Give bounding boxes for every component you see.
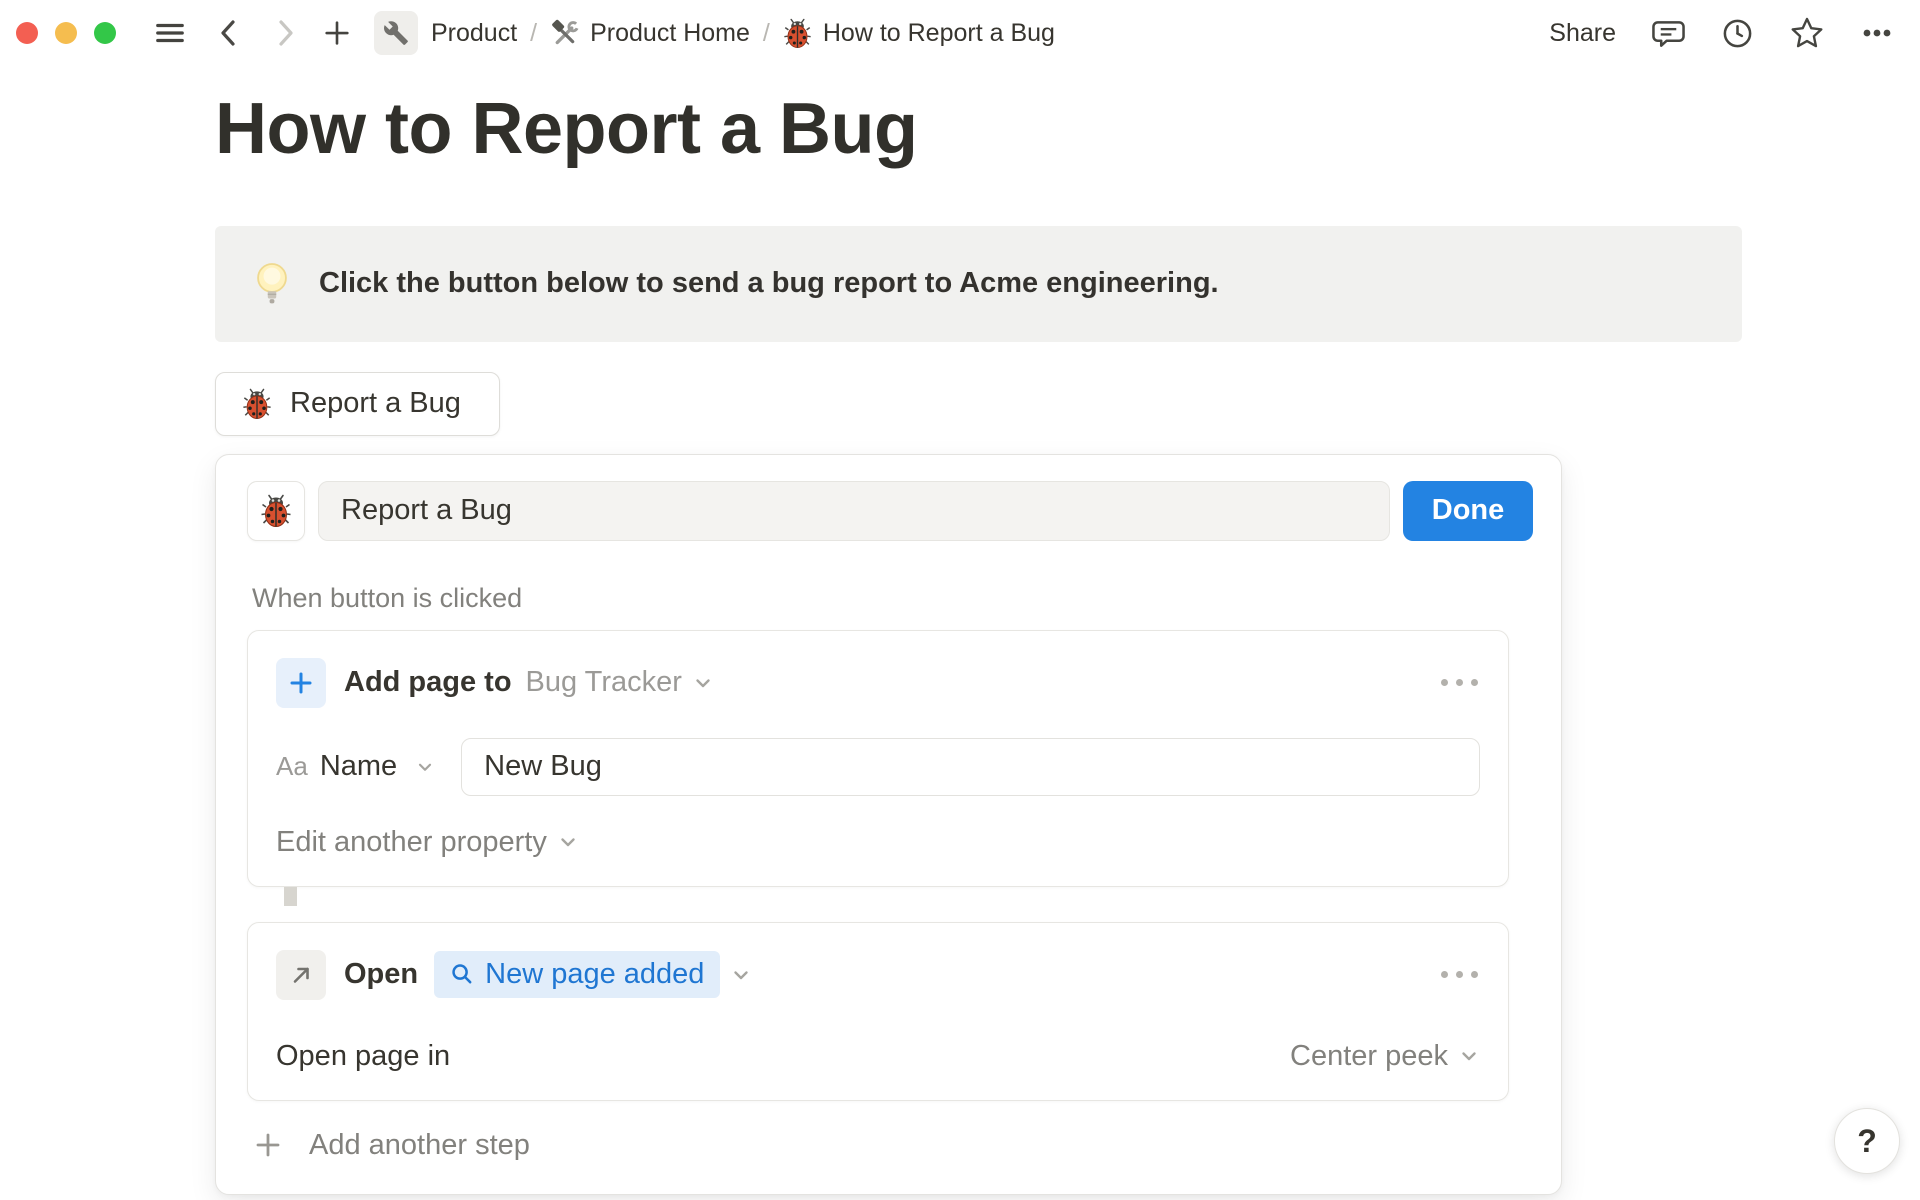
breadcrumb-separator: / bbox=[530, 18, 538, 47]
topbar-actions: Share bbox=[1549, 16, 1894, 50]
done-button[interactable]: Done bbox=[1403, 480, 1533, 541]
comments-icon[interactable] bbox=[1652, 17, 1685, 50]
breadcrumb-item-current-page[interactable]: How to Report a Bug bbox=[783, 18, 1055, 49]
traffic-lights bbox=[16, 22, 116, 44]
callout-text: Click the button below to send a bug rep… bbox=[319, 267, 1219, 300]
minimize-window-button[interactable] bbox=[55, 22, 77, 44]
open-mode-dropdown[interactable]: Center peek bbox=[1290, 1040, 1480, 1073]
breadcrumb-label: How to Report a Bug bbox=[822, 18, 1055, 47]
text-property-type-icon: Aa bbox=[276, 751, 308, 782]
breadcrumb-separator: / bbox=[762, 18, 770, 47]
report-a-bug-label: Report a Bug bbox=[290, 387, 461, 420]
plus-icon bbox=[256, 1133, 280, 1157]
trigger-label: When button is clicked bbox=[252, 582, 523, 613]
lightbulb-icon bbox=[255, 261, 289, 307]
button-icon-picker[interactable] bbox=[247, 480, 305, 541]
breadcrumb-label: Product Home bbox=[590, 18, 750, 47]
property-selector-dropdown[interactable]: Name bbox=[308, 750, 435, 783]
open-page-in-row: Open page in Center peek bbox=[276, 1040, 1480, 1073]
step-connector bbox=[284, 886, 297, 906]
arrow-up-right-icon bbox=[293, 967, 309, 983]
chevron-down-icon bbox=[415, 757, 435, 777]
ladybug-icon bbox=[260, 494, 292, 528]
sidebar-menu-icon[interactable] bbox=[154, 17, 186, 49]
step2-more-options-icon[interactable] bbox=[1439, 965, 1480, 984]
breadcrumb-label: Product bbox=[431, 18, 518, 47]
callout-block: Click the button below to send a bug rep… bbox=[215, 225, 1742, 342]
search-icon bbox=[452, 964, 472, 984]
step1-more-options-icon[interactable] bbox=[1439, 673, 1480, 692]
breadcrumb-item-product[interactable]: Product bbox=[431, 19, 517, 48]
hammer-wrench-icon bbox=[550, 19, 579, 48]
database-name: Bug Tracker bbox=[525, 666, 682, 699]
open-page-in-label: Open page in bbox=[276, 1039, 451, 1072]
forward-icon[interactable] bbox=[270, 17, 300, 49]
breadcrumb-product-icon-box[interactable] bbox=[374, 11, 418, 55]
property-value-input[interactable] bbox=[461, 737, 1480, 796]
chevron-down-icon bbox=[557, 831, 579, 853]
edit-another-property[interactable]: Edit another property bbox=[276, 826, 1480, 859]
report-a-bug-button[interactable]: Report a Bug bbox=[215, 371, 500, 436]
button-editor-panel: Done When button is clicked Add page to … bbox=[215, 453, 1562, 1195]
breadcrumb-item-product-home[interactable]: Product Home bbox=[550, 18, 750, 48]
step2-action-label: Open bbox=[344, 958, 419, 991]
add-another-step-button[interactable]: Add another step bbox=[253, 1129, 530, 1162]
add-another-step-label: Add another step bbox=[309, 1128, 530, 1161]
ladybug-icon bbox=[242, 388, 272, 420]
step2-header: Open New page added bbox=[276, 949, 1480, 1000]
property-name: Name bbox=[319, 750, 398, 783]
window-titlebar: Product / Product Home / How to Report a… bbox=[0, 0, 1920, 66]
wrench-icon bbox=[383, 20, 409, 46]
share-button[interactable]: Share bbox=[1549, 19, 1616, 48]
chevron-down-icon bbox=[730, 964, 752, 986]
step-card-open-page: Open New page added Open page in Center … bbox=[247, 921, 1509, 1101]
step1-header: Add page to Bug Tracker bbox=[276, 657, 1480, 708]
button-name-input[interactable] bbox=[318, 480, 1390, 541]
help-button[interactable]: ? bbox=[1834, 1108, 1900, 1174]
favorite-star-icon[interactable] bbox=[1790, 16, 1824, 50]
chevron-down-icon bbox=[692, 672, 714, 694]
step-card-add-page: Add page to Bug Tracker Aa Name New Bug … bbox=[247, 629, 1509, 887]
back-icon[interactable] bbox=[214, 17, 244, 49]
close-window-button[interactable] bbox=[16, 22, 38, 44]
add-page-icon-box bbox=[276, 657, 326, 708]
chevron-down-icon bbox=[1458, 1045, 1480, 1067]
new-page-icon[interactable] bbox=[322, 18, 352, 48]
breadcrumb: Product / Product Home / How to Report a… bbox=[374, 11, 1055, 55]
open-target-dropdown[interactable]: New page added bbox=[418, 951, 752, 999]
open-page-icon-box bbox=[276, 949, 326, 1000]
open-target-label: New page added bbox=[485, 958, 705, 991]
history-clock-icon[interactable] bbox=[1721, 17, 1754, 50]
database-selector-dropdown[interactable]: Bug Tracker bbox=[512, 666, 714, 699]
button-editor-header: Done bbox=[247, 480, 1533, 541]
plus-icon bbox=[290, 672, 312, 694]
open-mode-value: Center peek bbox=[1290, 1039, 1448, 1072]
new-page-added-pill[interactable]: New page added bbox=[434, 951, 721, 999]
page-content: How to Report a Bug Click the button bel… bbox=[0, 66, 1920, 1195]
ladybug-icon bbox=[783, 18, 812, 49]
more-options-icon[interactable] bbox=[1860, 16, 1894, 50]
step1-action-label: Add page to bbox=[344, 666, 512, 699]
property-row: Aa Name bbox=[276, 737, 1480, 796]
edit-another-property-label: Edit another property bbox=[276, 825, 547, 858]
page-title[interactable]: How to Report a Bug bbox=[215, 88, 1920, 171]
zoom-window-button[interactable] bbox=[94, 22, 116, 44]
